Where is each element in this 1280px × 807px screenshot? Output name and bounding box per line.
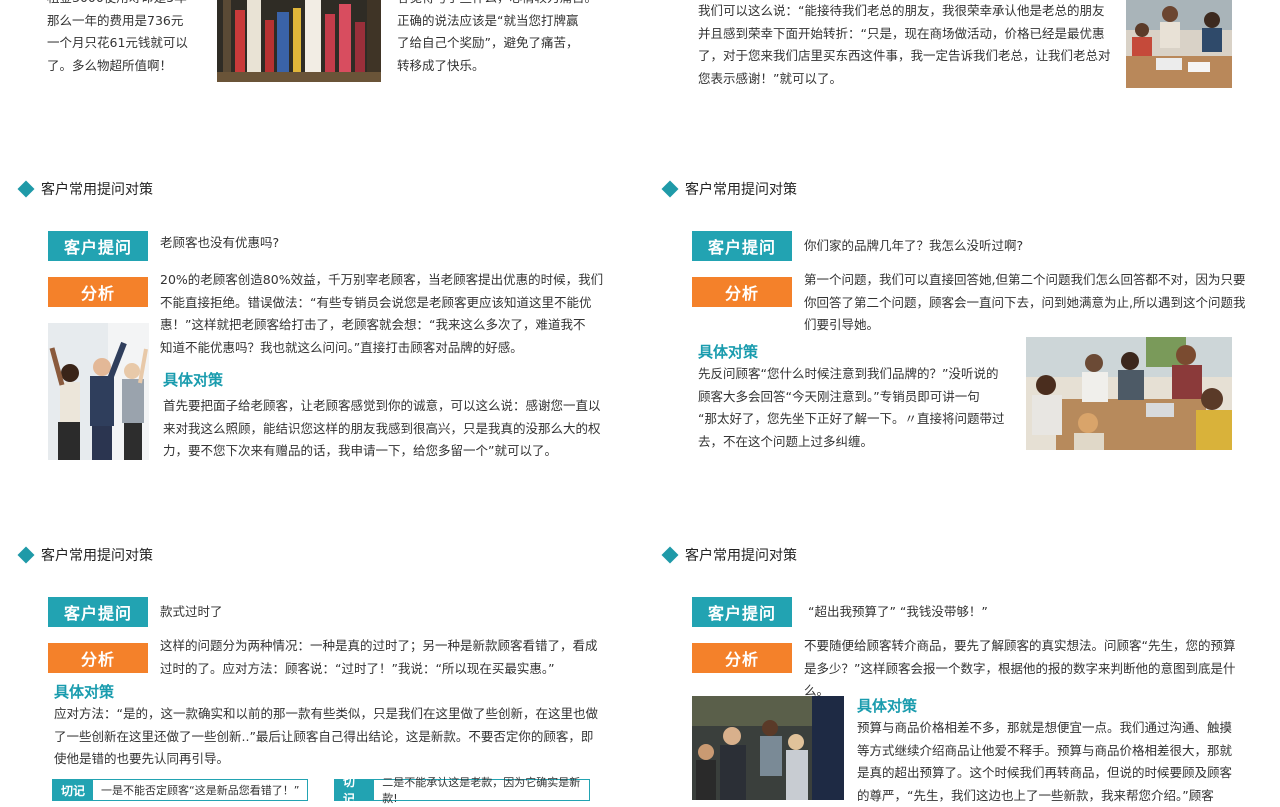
diamond-bullet-icon xyxy=(661,180,679,198)
celebrating-team-photo xyxy=(48,323,149,460)
panel1-analysis-text: 20%的老顾客创造80%效益，千万别宰老顾客，当老顾客提出优惠的时候，我们 不能… xyxy=(160,272,604,355)
panel1-question-tag: 客户提问 xyxy=(48,231,148,261)
team-meeting-image xyxy=(1026,337,1232,450)
panel2-question-tag: 客户提问 xyxy=(692,231,792,261)
panel1-question-text: 老顾客也没有优惠吗? xyxy=(160,235,280,250)
panel2-strategy-text: 先反问顾客“您什么时候注意到我们品牌的？”没听说的 顾客大多会回答“今天刚注意到… xyxy=(698,366,1005,449)
panel4-strategy-title: 具体对策 xyxy=(857,697,918,715)
panel3-remember-box-2: 切记 二是不能承认这是老款，因为它确实是新款! xyxy=(334,775,590,806)
panel3-question-tag: 客户提问 xyxy=(48,597,148,627)
panel3-section-header: 客户常用提问对策 xyxy=(17,545,153,565)
remember-tag: 切记 xyxy=(335,775,375,806)
remember-tag: 切记 xyxy=(53,780,94,800)
panel3-remember-box-1: 切记 一是不能否定顾客“这是新品您看错了！” xyxy=(52,779,308,801)
panel4-section-header: 客户常用提问对策 xyxy=(661,545,797,565)
meeting-photo-top xyxy=(1126,0,1232,88)
panel3-analysis-text: 这样的问题分为两种情况：一种是真的过时了；另一种是新款顾客看错了，看成 过时的了… xyxy=(160,638,598,676)
business-team-image xyxy=(692,696,844,800)
top-left-text: 租金3000使用寿命是5年 那么一年的费用是736元 一个月只花61元钱就可以 … xyxy=(47,0,188,73)
panel1-analysis-tag: 分析 xyxy=(48,277,148,307)
business-team-photo xyxy=(692,696,844,800)
panel3-question-text: 款式过时了 xyxy=(160,604,223,619)
panel1-strategy-text: 首先要把面子给老顾客，让老顾客感觉到你的诚意，可以这么说：感谢您一直以 来对我这… xyxy=(163,398,601,458)
diamond-bullet-icon xyxy=(17,180,35,198)
panel4-question-tag: 客户提问 xyxy=(692,597,792,627)
panel1-strategy-title: 具体对策 xyxy=(163,371,224,389)
panel3-analysis-tag: 分析 xyxy=(48,643,148,673)
top-middle-text: 客觉得亏了些什么，心情较为痛苦。 正确的说法应该是“就当您打牌赢 了给自己个奖励… xyxy=(397,0,597,73)
panel4-analysis-text: 不要随便给顾客转介商品，要先了解顾客的真实想法。问顾客“先生，您的预算 是多少？… xyxy=(804,638,1236,698)
panel3-strategy-title: 具体对策 xyxy=(54,683,115,701)
team-meeting-photo xyxy=(1026,337,1232,450)
panel2-question-text: 你们家的品牌几年了？我怎么没听过啊? xyxy=(804,238,1024,253)
panel4-strategy-text: 预算与商品价格相差不多，那就是想便宜一点。我们通过沟通、触摸 等方式继续介绍商品… xyxy=(857,720,1233,803)
panel2-strategy-title: 具体对策 xyxy=(698,343,759,361)
panel2-analysis-text: 第一个问题，我们可以直接回答她,但第二个问题我们怎么回答都不对，因为只要 你回答… xyxy=(804,272,1246,332)
diamond-bullet-icon xyxy=(661,546,679,564)
panel4-analysis-tag: 分析 xyxy=(692,643,792,673)
panel2-section-header: 客户常用提问对策 xyxy=(661,179,797,199)
diamond-bullet-icon xyxy=(17,546,35,564)
panel2-analysis-tag: 分析 xyxy=(692,277,792,307)
panel3-strategy-text: 应对方法：“是的，这一款确实和以前的那一款有些类似，只是我们在这里做了些创新，在… xyxy=(54,706,598,766)
top-right-text: 我们可以这么说：“能接待我们老总的朋友，我很荣幸承认他是老总的朋友 并且感到荣幸… xyxy=(698,3,1111,86)
bookshelf-image xyxy=(217,0,381,82)
bookshelf-photo xyxy=(217,0,381,82)
meeting-image-top xyxy=(1126,0,1232,88)
celebrating-team-image xyxy=(48,323,149,460)
panel1-section-header: 客户常用提问对策 xyxy=(17,179,153,199)
panel4-question-text: “超出我预算了” “我钱没带够！” xyxy=(808,604,988,619)
